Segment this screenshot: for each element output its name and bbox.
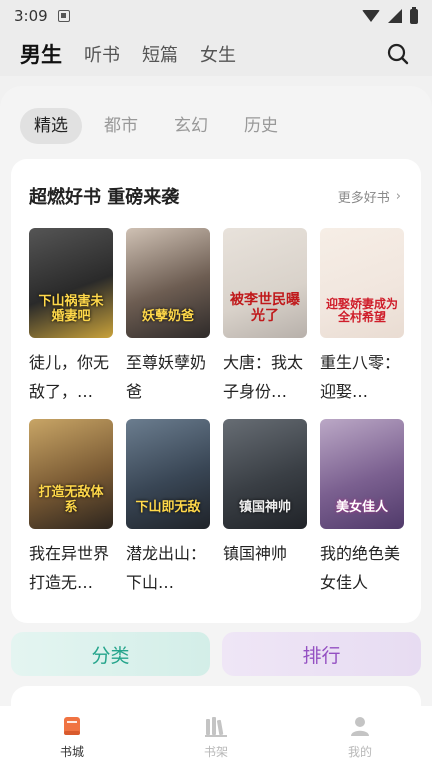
genre-tab-urban[interactable]: 都市 (90, 108, 152, 144)
genre-tab-history[interactable]: 历史 (230, 108, 292, 144)
nav-label: 书城 (59, 745, 84, 759)
book-title: 我在异世界打造无… (29, 544, 110, 592)
signal-icon (388, 9, 402, 23)
tab-female[interactable]: 女生 (200, 41, 236, 67)
chevron-right-icon: › (395, 189, 401, 204)
book-item[interactable]: 被李世民曝光了 大唐：我太子身份… (223, 228, 307, 406)
featured-books-card: 超燃好书 重磅来袭 更多好书 › 下山祸害未婚妻吧 徒儿，你无敌了，… 妖孽奶爸… (11, 159, 421, 623)
tab-short-stories[interactable]: 短篇 (142, 41, 178, 67)
book-cover: 打造无敌体系 (29, 419, 113, 529)
cover-text: 美女佳人 (335, 499, 388, 515)
book-title: 潜龙出山：下山… (126, 544, 207, 592)
book-item[interactable]: 美女佳人 我的绝色美女佳人 (320, 419, 404, 597)
status-bar: 3:09 (0, 0, 432, 32)
top-nav: 男生 听书 短篇 女生 (0, 32, 432, 76)
search-icon (387, 43, 409, 65)
book-cover: 被李世民曝光了 (223, 228, 307, 338)
cover-text: 被李世民曝光了 (230, 292, 300, 324)
book-item[interactable]: 下山即无敌 潜龙出山：下山… (126, 419, 210, 597)
genre-tab-featured[interactable]: 精选 (20, 108, 82, 144)
book-title: 我的绝色美女佳人 (320, 544, 401, 592)
cover-text: 迎娶娇妻成为全村希望 (325, 296, 398, 324)
book-item[interactable]: 镇国神帅 镇国神帅 (223, 419, 307, 597)
ranking-button[interactable]: 排行 (222, 632, 421, 676)
tab-audiobook[interactable]: 听书 (84, 41, 120, 67)
status-time: 3:09 (14, 7, 48, 25)
notification-app-icon (57, 10, 70, 22)
book-cover: 妖孽奶爸 (126, 228, 210, 338)
book-item[interactable]: 下山祸害未婚妻吧 徒儿，你无敌了，… (29, 228, 113, 406)
wifi-icon (362, 10, 380, 22)
book-cover: 下山即无敌 (126, 419, 210, 529)
more-books-link[interactable]: 更多好书 › (338, 187, 401, 206)
bottom-nav: 书城 书架 我的 (0, 706, 432, 768)
cover-text: 妖孽奶爸 (141, 308, 194, 324)
book-title: 镇国神帅 (223, 544, 288, 563)
nav-profile[interactable]: 我的 (288, 706, 432, 768)
book-icon (60, 714, 84, 738)
content-panel: 精选 都市 玄幻 历史 超燃好书 重磅来袭 更多好书 › 下山祸害未婚妻吧 徒儿… (0, 86, 432, 706)
bookshelf-icon (204, 714, 228, 738)
genre-tab-fantasy[interactable]: 玄幻 (160, 108, 222, 144)
book-cover: 美女佳人 (320, 419, 404, 529)
book-item[interactable]: 打造无敌体系 我在异世界打造无… (29, 419, 113, 597)
book-cover: 迎娶娇妻成为全村希望 (320, 228, 404, 338)
book-title: 大唐：我太子身份… (223, 353, 304, 401)
book-title: 徒儿，你无敌了，… (29, 353, 110, 401)
section-title: 超燃好书 重磅来袭 (29, 187, 180, 208)
battery-icon (410, 6, 418, 24)
more-books-label: 更多好书 (337, 191, 390, 206)
tab-male[interactable]: 男生 (20, 39, 62, 69)
book-item[interactable]: 迎娶娇妻成为全村希望 重生八零：迎娶… (320, 228, 404, 406)
user-icon (348, 714, 372, 738)
cover-text: 下山祸害未婚妻吧 (38, 294, 104, 324)
nav-label: 书架 (203, 745, 228, 759)
cover-text: 打造无敌体系 (38, 485, 104, 515)
nav-bookstore[interactable]: 书城 (0, 706, 144, 768)
nav-label: 我的 (347, 745, 372, 759)
book-cover: 镇国神帅 (223, 419, 307, 529)
cover-text: 镇国神帅 (238, 499, 291, 515)
status-indicators (362, 6, 418, 24)
cover-text: 下山即无敌 (135, 499, 201, 515)
next-section-card (11, 686, 421, 706)
book-title: 重生八零：迎娶… (320, 353, 401, 401)
nav-bookshelf[interactable]: 书架 (144, 706, 288, 768)
category-button[interactable]: 分类 (11, 632, 210, 676)
book-title: 至尊妖孽奶爸 (126, 353, 207, 401)
book-item[interactable]: 妖孽奶爸 至尊妖孽奶爸 (126, 228, 210, 406)
genre-tabs: 精选 都市 玄幻 历史 (20, 108, 300, 144)
search-button[interactable] (384, 40, 412, 68)
book-cover: 下山祸害未婚妻吧 (29, 228, 113, 338)
